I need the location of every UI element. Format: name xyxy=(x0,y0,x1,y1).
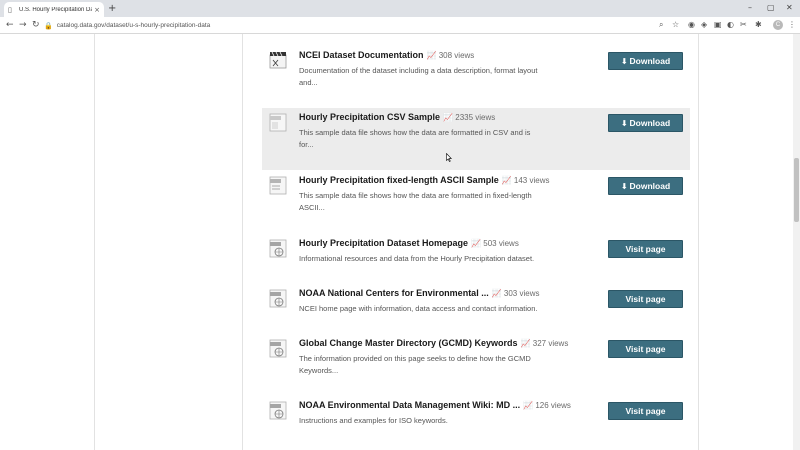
download-icon: ⬇ xyxy=(620,119,628,128)
extension-icon[interactable]: ◉ xyxy=(688,20,695,30)
resource-title[interactable]: NCEI Dataset Documentation 📈 308 views xyxy=(299,50,474,60)
chart-icon: 📈 xyxy=(520,339,531,348)
browser-tab-bar: ▯ U.S. Hourly Precipitation Data - × + –… xyxy=(0,0,800,17)
left-column-divider xyxy=(94,34,95,450)
resource-title[interactable]: Hourly Precipitation Dataset Homepage 📈 5… xyxy=(299,238,519,248)
extensions-puzzle-icon[interactable]: ✱ xyxy=(755,20,762,30)
chart-icon: 📈 xyxy=(523,401,534,410)
profile-avatar[interactable]: C xyxy=(773,20,783,30)
view-count: 2335 views xyxy=(455,113,496,122)
resource-title[interactable]: NOAA Environmental Data Management Wiki:… xyxy=(299,400,571,410)
chart-icon: 📈 xyxy=(471,239,482,248)
menu-icon[interactable]: ⋮ xyxy=(788,20,796,30)
html-file-icon xyxy=(269,289,287,308)
resource-item: NCEI Dataset Documentation 📈 308 views Do… xyxy=(262,46,690,108)
resource-description: NCEI home page with information, data ac… xyxy=(299,304,538,313)
download-button[interactable]: ⬇ Download xyxy=(608,52,683,70)
chart-icon: 📈 xyxy=(426,51,437,60)
address-bar[interactable]: 🔒 catalog.data.gov/dataset/u-s-hourly-pr… xyxy=(44,19,684,32)
html-file-icon xyxy=(269,339,287,358)
content-column-divider xyxy=(242,34,243,450)
visit-page-button[interactable]: Visit page xyxy=(608,340,683,358)
view-count: 126 views xyxy=(535,401,571,410)
resource-item: Hourly Precipitation CSV Sample 📈 2335 vi… xyxy=(262,108,690,170)
resource-title[interactable]: NOAA National Centers for Environmental … xyxy=(299,288,539,298)
resource-description: This sample data file shows how the data… xyxy=(299,191,532,212)
browser-tab-title: U.S. Hourly Precipitation Data - xyxy=(19,6,93,13)
view-count: 503 views xyxy=(483,239,519,248)
close-tab-icon[interactable]: × xyxy=(94,6,100,14)
visit-page-button[interactable]: Visit page xyxy=(608,402,683,420)
forward-icon[interactable]: → xyxy=(19,19,27,31)
page-scrollbar[interactable] xyxy=(793,34,800,450)
html-file-icon xyxy=(269,239,287,258)
view-count: 327 views xyxy=(532,339,569,348)
html-file-icon xyxy=(269,401,287,420)
download-button[interactable]: ⬇ Download xyxy=(608,177,683,195)
lock-icon: 🔒 xyxy=(44,21,53,30)
download-button[interactable]: ⬇ Download xyxy=(608,114,683,132)
zoom-icon[interactable]: ⌕ xyxy=(659,20,663,30)
extension-icon[interactable]: ✂ xyxy=(740,20,747,30)
minimize-icon[interactable]: – xyxy=(748,3,752,12)
chart-icon: 📈 xyxy=(443,113,454,122)
extension-icon[interactable]: ▣ xyxy=(714,20,722,30)
browser-tab[interactable]: ▯ U.S. Hourly Precipitation Data - × xyxy=(4,2,104,17)
resource-title[interactable]: Hourly Precipitation fixed-length ASCII … xyxy=(299,175,549,185)
resource-item: Hourly Precipitation fixed-length ASCII … xyxy=(262,171,690,233)
chart-icon: 📈 xyxy=(491,289,502,298)
view-count: 308 views xyxy=(438,51,475,60)
browser-toolbar: ← → ↻ 🔒 catalog.data.gov/dataset/u-s-hou… xyxy=(0,17,800,34)
resource-description: Documentation of the dataset including a… xyxy=(299,66,538,87)
chart-icon: 📈 xyxy=(501,176,512,185)
visit-page-button[interactable]: Visit page xyxy=(608,240,683,258)
page-favicon-icon: ▯ xyxy=(8,5,12,14)
resource-description: Instructions and examples for ISO keywor… xyxy=(299,416,448,425)
visit-page-button[interactable]: Visit page xyxy=(608,290,683,308)
address-url: catalog.data.gov/dataset/u-s-hourly-prec… xyxy=(56,22,211,29)
resource-description: The information provided on this page se… xyxy=(299,354,531,375)
resource-item: Global Change Master Directory (GCMD) Ke… xyxy=(262,334,690,396)
right-column-divider xyxy=(698,34,699,450)
page-content: NCEI Dataset Documentation 📈 308 views Do… xyxy=(0,34,793,450)
view-count: 143 views xyxy=(513,176,550,185)
maximize-icon[interactable]: ▢ xyxy=(767,3,775,12)
extension-icon[interactable]: ◈ xyxy=(701,20,707,30)
resource-description: Informational resources and data from th… xyxy=(299,254,535,263)
view-count: 303 views xyxy=(503,289,540,298)
close-window-icon[interactable]: ✕ xyxy=(786,3,793,12)
document-icon xyxy=(269,51,287,69)
resource-description: This sample data file shows how the data… xyxy=(299,128,531,149)
resource-title[interactable]: Global Change Master Directory (GCMD) Ke… xyxy=(299,338,568,348)
csv-file-icon xyxy=(269,113,287,132)
resource-title[interactable]: Hourly Precipitation CSV Sample 📈 2335 vi… xyxy=(299,112,495,122)
resource-item: NOAA Environmental Data Management Wiki:… xyxy=(262,396,690,450)
mouse-cursor-icon xyxy=(446,153,452,162)
back-icon[interactable]: ← xyxy=(6,19,14,31)
reload-icon[interactable]: ↻ xyxy=(32,19,40,31)
new-tab-icon[interactable]: + xyxy=(108,3,116,15)
scrollbar-thumb[interactable] xyxy=(794,158,799,222)
extension-icon[interactable]: ◐ xyxy=(727,20,734,30)
data-file-icon xyxy=(269,176,287,195)
bookmark-star-icon[interactable]: ☆ xyxy=(672,20,679,30)
download-icon: ⬇ xyxy=(620,182,628,191)
download-icon: ⬇ xyxy=(620,57,628,66)
